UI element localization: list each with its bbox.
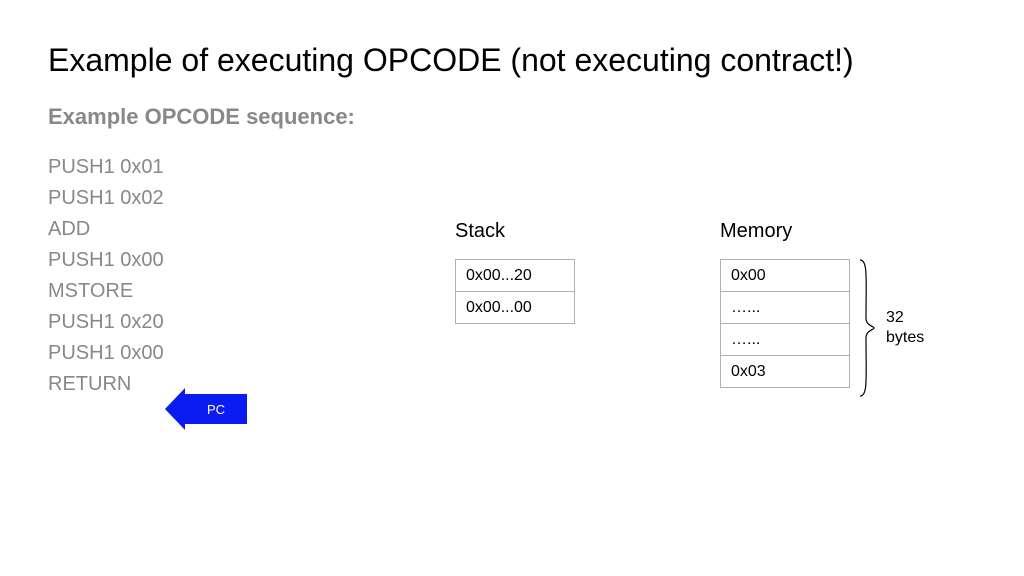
- memory-table: 0x00 …... …... 0x03: [720, 259, 850, 388]
- stack-block: Stack 0x00...20 0x00...00: [455, 220, 605, 324]
- slide-subtitle: Example OPCODE sequence:: [48, 104, 976, 130]
- opcode-line: PUSH1 0x02: [48, 183, 976, 214]
- brace-label: 32 bytes: [886, 308, 936, 348]
- stack-table: 0x00...20 0x00...00: [455, 259, 575, 324]
- opcode-line: PUSH1 0x01: [48, 152, 976, 183]
- memory-cell: …...: [721, 292, 850, 324]
- stack-cell: 0x00...20: [456, 260, 575, 292]
- slide-title: Example of executing OPCODE (not executi…: [48, 40, 976, 80]
- memory-title: Memory: [720, 220, 850, 243]
- pc-label: PC: [207, 402, 225, 417]
- arrow-left-icon: PC: [185, 394, 247, 424]
- stack-title: Stack: [455, 220, 605, 243]
- memory-cell: 0x03: [721, 356, 850, 388]
- memory-cell: 0x00: [721, 260, 850, 292]
- brace-icon: [858, 258, 876, 398]
- memory-cell: …...: [721, 324, 850, 356]
- stack-cell: 0x00...00: [456, 292, 575, 324]
- pc-arrow: PC: [185, 394, 247, 424]
- memory-block: Memory 0x00 …... …... 0x03: [720, 220, 850, 388]
